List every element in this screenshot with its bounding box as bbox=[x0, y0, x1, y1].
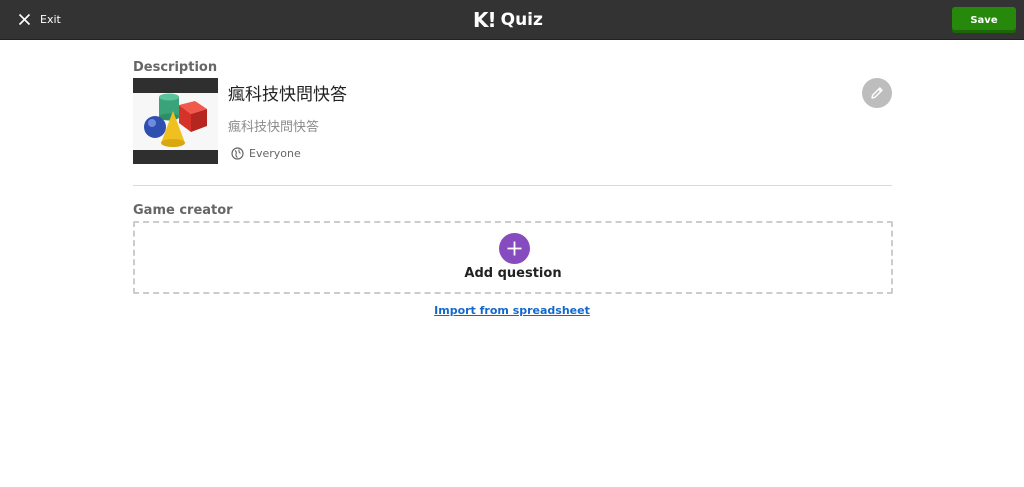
cover-band-bottom bbox=[133, 150, 218, 164]
add-question-button[interactable] bbox=[499, 233, 530, 264]
section-divider bbox=[133, 185, 892, 186]
cover-image[interactable] bbox=[133, 78, 218, 164]
description-heading: Description bbox=[133, 60, 218, 75]
import-link-row: Import from spreadsheet bbox=[0, 304, 1024, 317]
brand-logo: K! bbox=[473, 7, 497, 32]
globe-icon bbox=[231, 147, 244, 160]
quiz-description: 瘋科技快問快答 bbox=[228, 120, 320, 135]
close-icon bbox=[18, 13, 31, 26]
edit-button[interactable] bbox=[862, 78, 892, 108]
top-bar: Exit K! Quiz Save bbox=[0, 0, 1024, 40]
visibility-indicator: Everyone bbox=[231, 147, 301, 160]
visibility-label: Everyone bbox=[249, 147, 301, 160]
import-spreadsheet-link[interactable]: Import from spreadsheet bbox=[434, 304, 590, 317]
add-question-area[interactable]: Add question bbox=[133, 221, 893, 294]
brand-name: Quiz bbox=[500, 9, 543, 30]
add-question-label: Add question bbox=[464, 266, 562, 281]
exit-label: Exit bbox=[40, 13, 61, 26]
plus-icon bbox=[507, 241, 522, 256]
quiz-title: 瘋科技快問快答 bbox=[228, 85, 347, 105]
save-button[interactable]: Save bbox=[952, 7, 1016, 33]
exit-button[interactable]: Exit bbox=[18, 0, 61, 39]
shapes-illustration bbox=[144, 93, 207, 147]
game-creator-heading: Game creator bbox=[133, 203, 233, 218]
brand: K! Quiz bbox=[473, 0, 543, 39]
cover-band-top bbox=[133, 78, 218, 93]
pencil-icon bbox=[871, 87, 883, 99]
